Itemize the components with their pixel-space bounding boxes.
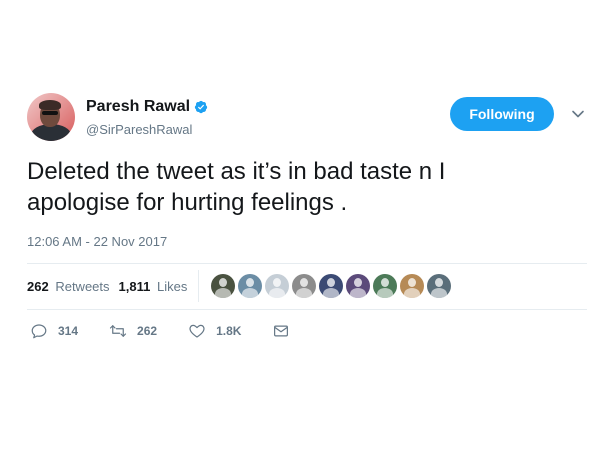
liker-avatar-head <box>327 278 336 287</box>
retweet-action[interactable]: 262 <box>109 322 157 340</box>
likes-label: Likes <box>156 278 188 294</box>
liker-avatar-head <box>300 278 309 287</box>
likes-count: 1,811 <box>118 278 151 294</box>
liker-avatar-body <box>431 288 448 298</box>
tweet-actions: 314 262 1.8K <box>30 322 331 340</box>
stats-separator <box>198 270 200 302</box>
tweet-text: Deleted the tweet as it’s in bad taste n… <box>27 158 446 216</box>
retweet-icon <box>109 325 127 337</box>
liker-avatar-body <box>242 288 259 298</box>
divider-top <box>27 263 587 264</box>
liker-avatar-body <box>377 288 394 298</box>
following-button[interactable]: Following <box>450 97 554 131</box>
liker-avatar-body <box>215 288 232 298</box>
reply-icon <box>31 324 47 339</box>
likers-avatars <box>211 274 454 298</box>
liker-avatar[interactable] <box>238 274 263 298</box>
envelope-icon <box>274 325 289 337</box>
avatar[interactable] <box>27 93 75 141</box>
heart-icon <box>189 324 205 338</box>
chevron-down-icon[interactable] <box>571 107 585 121</box>
liker-avatar[interactable] <box>319 274 344 298</box>
tweet-timestamp[interactable]: 12:06 AM - 22 Nov 2017 <box>27 234 167 249</box>
liker-avatar[interactable] <box>427 274 452 298</box>
tweet-card: Paresh Rawal @SirPareshRawal Following D… <box>0 0 600 450</box>
liker-avatar[interactable] <box>292 274 317 298</box>
like-action[interactable]: 1.8K <box>188 322 241 340</box>
user-info[interactable]: Paresh Rawal @SirPareshRawal <box>86 98 208 137</box>
liker-avatar-head <box>219 278 228 287</box>
liker-avatar[interactable] <box>265 274 290 298</box>
tweet-stats: 262 Retweets 1,811 Likes <box>27 270 587 302</box>
like-count: 1.8K <box>216 324 242 338</box>
display-name-text[interactable]: Paresh Rawal <box>86 98 190 116</box>
retweets-label: Retweets <box>55 278 110 294</box>
liker-avatar-head <box>354 278 363 287</box>
liker-avatar-body <box>296 288 313 298</box>
retweet-count: 262 <box>137 324 158 338</box>
reply-count: 314 <box>58 324 79 338</box>
reply-action[interactable]: 314 <box>30 322 78 340</box>
retweets-stat[interactable]: 262 Retweets <box>27 279 110 294</box>
retweets-count: 262 <box>27 278 49 294</box>
display-name[interactable]: Paresh Rawal <box>86 98 208 116</box>
avatar-hair <box>39 100 61 110</box>
tweet-header: Paresh Rawal @SirPareshRawal Following <box>27 93 587 143</box>
liker-avatar[interactable] <box>346 274 371 298</box>
liker-avatar[interactable] <box>400 274 425 298</box>
liker-avatar[interactable] <box>211 274 236 298</box>
liker-avatar-head <box>273 278 282 287</box>
liker-avatar-body <box>404 288 421 298</box>
liker-avatar-head <box>435 278 444 287</box>
user-handle[interactable]: @SirPareshRawal <box>86 122 208 137</box>
divider-bottom <box>27 309 587 310</box>
direct-message-action[interactable] <box>272 322 300 340</box>
liker-avatar-head <box>408 278 417 287</box>
avatar-glasses <box>42 111 58 115</box>
liker-avatar-body <box>269 288 286 298</box>
liker-avatar-head <box>381 278 390 287</box>
liker-avatar[interactable] <box>373 274 398 298</box>
liker-avatar-head <box>246 278 255 287</box>
likes-stat[interactable]: 1,811 Likes <box>119 279 188 294</box>
liker-avatar-body <box>350 288 367 298</box>
verified-badge-icon <box>194 100 208 114</box>
liker-avatar-body <box>323 288 340 298</box>
